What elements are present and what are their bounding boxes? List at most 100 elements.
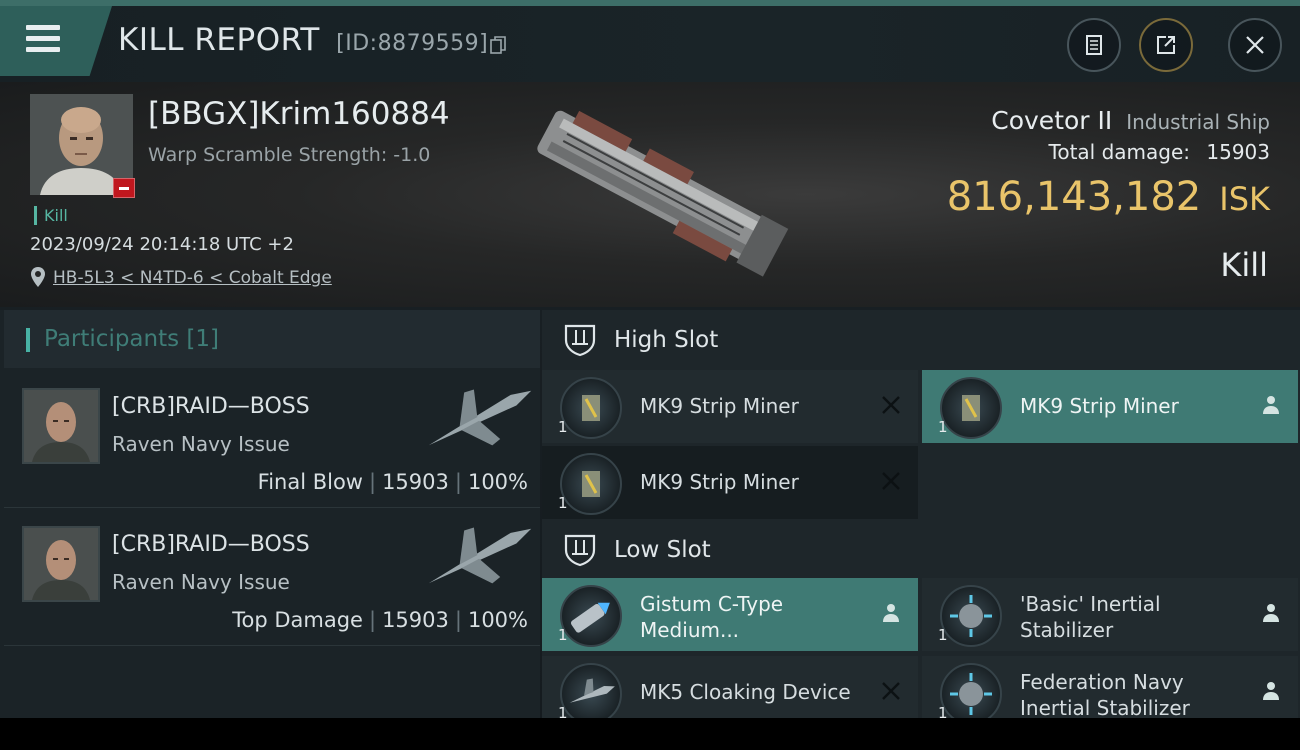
inertial-stabilizer-icon (940, 585, 1002, 647)
notes-button[interactable] (1067, 18, 1121, 72)
module-quantity: 1 (938, 418, 948, 436)
total-damage-value: 15903 (1206, 140, 1270, 164)
participant-percent: 100% (467, 470, 528, 494)
module-name-line2: Inertial Stabilizer (1020, 696, 1190, 718)
victim-panel: [BBGX]Krim160884 Warp Scramble Strength:… (0, 82, 1300, 307)
module-name-line2: Medium... (640, 618, 740, 642)
module-name: Gistum C-Type Medium... (640, 591, 783, 643)
low-slot-header: Low Slot (542, 520, 1300, 578)
victim-ship-name[interactable]: Covetor II Industrial Ship (991, 106, 1270, 135)
total-damage: Total damage: 15903 (1049, 140, 1270, 164)
dropped-person-icon (1260, 602, 1282, 624)
hostile-badge (113, 178, 135, 198)
isk-amount: 816,143,182 (946, 174, 1202, 220)
module-quantity: 1 (938, 626, 948, 644)
participant-ship: Raven Navy Issue (112, 432, 290, 456)
dropped-person-icon (1260, 680, 1282, 702)
module-item[interactable]: 1 MK5 Cloaking Device (542, 656, 918, 718)
fitting-slots-panel: High Slot 1 MK9 Strip Miner 1 MK9 Strip … (542, 310, 1300, 718)
low-slot-shield-icon (562, 532, 598, 572)
participant-name: [CRB]RAID—BOSS (112, 394, 310, 419)
high-slot-title: High Slot (614, 327, 719, 353)
participant-ship-icon (418, 378, 542, 462)
strip-miner-icon (560, 377, 622, 439)
warp-scramble-strength: Warp Scramble Strength: -1.0 (148, 144, 431, 166)
participant-avatar[interactable] (22, 388, 100, 464)
module-name: Federation Navy Inertial Stabilizer (1020, 669, 1190, 718)
location-link[interactable]: HB-5L3 < N4TD-6 < Cobalt Edge (53, 268, 332, 288)
participant-avatar[interactable] (22, 526, 100, 602)
location-pin-icon (30, 266, 46, 292)
participant-row[interactable]: [CRB]RAID—BOSS Raven Navy Issue Final Bl… (4, 370, 540, 508)
page-title-text: KILL REPORT (118, 22, 320, 58)
module-quantity: 1 (938, 704, 948, 718)
module-quantity: 1 (558, 418, 568, 436)
participant-role: Final Blow (257, 470, 363, 494)
strip-miner-icon (560, 453, 622, 515)
module-quantity: 1 (558, 704, 568, 718)
bottom-black-bar (0, 718, 1300, 750)
destroyed-x-icon (880, 680, 902, 702)
participant-stats: Final Blow | 15903 | 100% (257, 470, 528, 494)
module-item[interactable]: 1 'Basic' Inertial Stabilizer (922, 578, 1298, 651)
participant-ship-icon (418, 516, 542, 600)
participants-accent-bar (26, 328, 30, 352)
participant-row[interactable]: [CRB]RAID—BOSS Raven Navy Issue Top Dama… (4, 508, 540, 646)
module-item[interactable]: 1 Gistum C-Type Medium... (542, 578, 918, 651)
header-accent-line (0, 0, 1300, 6)
module-name-line1: Federation Navy (1020, 670, 1184, 694)
participants-title: Participants [1] (44, 326, 219, 352)
isk-value: 816,143,182 ISK (947, 174, 1270, 220)
module-item[interactable]: 1 Federation Navy Inertial Stabilizer (922, 656, 1298, 718)
result-label: Kill (1220, 246, 1268, 284)
dropped-person-icon (880, 602, 902, 624)
copy-icon[interactable] (490, 36, 506, 54)
participant-damage: 15903 (382, 470, 449, 494)
participant-damage: 15903 (382, 608, 449, 632)
module-name: MK9 Strip Miner (1020, 394, 1179, 418)
module-name: MK9 Strip Miner (640, 394, 799, 418)
header-bar: KILL REPORT [ID:8879559] (0, 0, 1300, 82)
participants-panel: Participants [1] [CRB]RAID—BOSS Raven Na… (0, 310, 540, 718)
victim-name[interactable]: [BBGX]Krim160884 (148, 96, 450, 132)
strip-miner-icon (940, 377, 1002, 439)
module-name-line1: 'Basic' Inertial (1020, 592, 1161, 616)
isk-unit: ISK (1219, 180, 1270, 218)
module-name-line1: Gistum C-Type (640, 592, 784, 616)
module-quantity: 1 (558, 626, 568, 644)
share-button[interactable] (1139, 18, 1193, 72)
module-name: MK5 Cloaking Device (640, 680, 851, 704)
report-id: [ID:8879559] (336, 31, 489, 56)
module-item[interactable]: 1 MK9 Strip Miner (542, 370, 918, 443)
module-name: MK9 Strip Miner (640, 470, 799, 494)
magnetic-field-stabilizer-icon (560, 585, 622, 647)
module-item[interactable]: 1 MK9 Strip Miner (542, 446, 918, 519)
module-item[interactable]: 1 MK9 Strip Miner (922, 370, 1298, 443)
ship-class: Industrial Ship (1126, 110, 1270, 134)
destroyed-x-icon (880, 470, 902, 492)
destroyed-x-icon (880, 394, 902, 416)
kill-datetime: 2023/09/24 20:14:18 UTC +2 (30, 234, 294, 255)
page-title: KILL REPORT [ID:8879559] (118, 22, 488, 58)
participant-percent: 100% (467, 608, 528, 632)
close-button[interactable] (1228, 18, 1282, 72)
total-damage-label: Total damage: (1048, 140, 1191, 164)
participant-name: [CRB]RAID—BOSS (112, 532, 310, 557)
cloaking-device-icon (560, 663, 622, 718)
dropped-person-icon (1260, 394, 1282, 416)
high-slot-shield-icon (562, 322, 598, 362)
participant-stats: Top Damage | 15903 | 100% (232, 608, 528, 632)
menu-button[interactable] (0, 6, 112, 76)
high-slot-header: High Slot (542, 310, 1300, 368)
participants-header: Participants [1] (4, 310, 540, 368)
ship-name-text: Covetor II (991, 106, 1113, 135)
kill-report-screen: KILL REPORT [ID:8879559] [BBGX]Krim16088… (0, 0, 1300, 718)
module-name: 'Basic' Inertial Stabilizer (1020, 591, 1161, 643)
module-name-line2: Stabilizer (1020, 618, 1114, 642)
module-quantity: 1 (558, 494, 568, 512)
kill-tag: Kill (34, 206, 68, 225)
low-slot-title: Low Slot (614, 537, 711, 563)
participant-ship: Raven Navy Issue (112, 570, 290, 594)
victim-ship-image (510, 92, 800, 292)
participant-role: Top Damage (232, 608, 363, 632)
